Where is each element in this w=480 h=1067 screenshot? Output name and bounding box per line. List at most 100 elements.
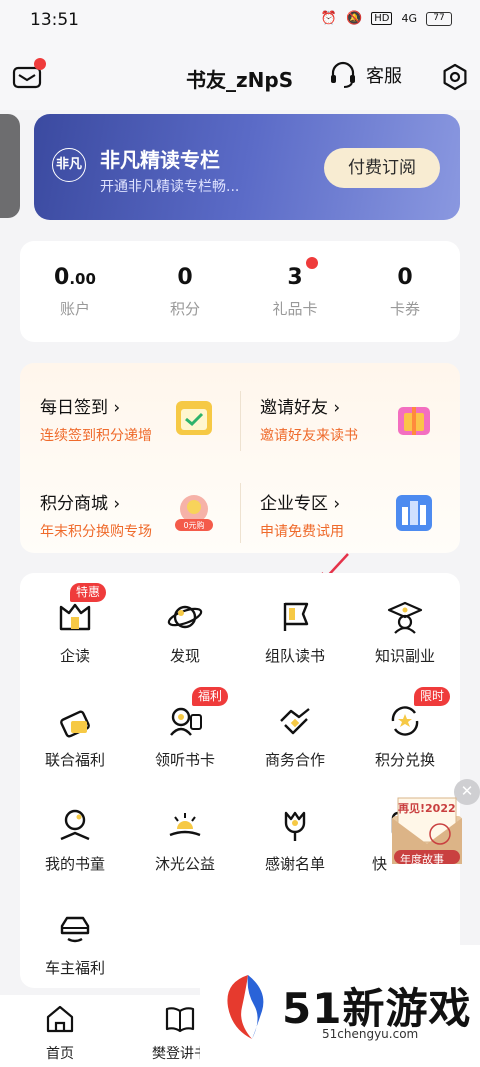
settings-button[interactable] [440,62,470,92]
grid-label: 组队读书 [264,647,325,665]
services-grid: 特惠 企读 发现 组队读书 知识副业 联合福利 福利 领听书卡 商务合作 限时 … [20,573,460,988]
stat-value: 0.00 [54,265,96,290]
network-label: 4G [401,12,417,25]
stat-points[interactable]: 0 积分 [130,265,240,319]
grid-item-joint-welfare[interactable]: 联合福利 [20,685,130,785]
stat-label: 卡券 [389,300,420,318]
grid-label: 积分兑换 [374,751,435,769]
stat-coupons[interactable]: 0 卡券 [350,265,460,319]
badge-special-offer: 特惠 [70,583,107,602]
vip-subtitle: 开通非凡精读专栏畅... [100,179,240,195]
grid-item-listening-card[interactable]: 福利 领听书卡 [130,685,240,785]
hd-icon: HD [371,12,393,25]
stat-label: 账户 [59,300,90,318]
graduate-cap-icon [387,601,423,634]
status-icons: ⏰ 🔕 HD 4G 77 [321,11,452,26]
previous-banner-peek[interactable] [0,114,20,218]
alarm-icon: ⏰ [320,11,338,26]
promo-invite-friends[interactable]: 邀请好友 › 邀请好友来读书 [240,371,450,451]
promo-title: 积分商城 › [40,494,121,514]
sunrise-book-icon [169,813,201,837]
status-bar: 13:51 ⏰ 🔕 HD 4G 77 [0,0,480,44]
mute-icon: 🔕 [346,11,363,26]
calendar-check-icon [176,401,212,435]
grid-item-my-book-assistant[interactable]: 我的书童 [20,789,130,889]
feifan-logo: 非凡 [52,148,86,182]
enterprise-building-icon [396,495,432,531]
tab-home[interactable]: 首页 [10,1003,110,1063]
grid-item-knowledge-side-job[interactable]: 知识副业 [350,581,460,681]
stat-gift-card[interactable]: 3 礼品卡 [240,265,350,319]
promo-subtitle: 连续签到积分递增 [40,428,152,444]
open-book-icon [165,1007,195,1033]
account-stats-card: 0.00 账户 0 积分 3 礼品卡 0 卡券 [20,241,460,342]
grid-label: 车主福利 [44,959,105,977]
promo-points-mall[interactable]: 积分商城 › 年末积分换购专场 0元购 [20,467,230,547]
grid-item-discover[interactable]: 发现 [130,581,240,681]
badge-limited-time: 限时 [414,687,451,706]
grid-label: 发现 [169,647,200,665]
customer-service-button[interactable]: 客服 [328,60,402,90]
car-icon [60,916,90,943]
grid-label: 联合福利 [44,751,105,769]
book-assistant-icon [60,809,90,841]
promo-enterprise-zone[interactable]: 企业专区 › 申请免费试用 [240,467,450,547]
promo-card: 每日签到 › 连续签到积分递增 邀请好友 › 邀请好友来读书 积分商城 › 年末… [20,363,460,553]
promo-subtitle: 邀请好友来读书 [260,428,358,444]
svg-text:0元购: 0元购 [183,520,204,530]
grid-label: 商务合作 [264,751,325,769]
stat-value: 0 [177,265,193,290]
site-watermark: 51新游戏 51chengyu.com [200,945,480,1067]
coupon-stack-icon [60,710,90,738]
headset-icon [331,61,355,88]
tab-label: 首页 [46,1046,74,1062]
vip-column-banner[interactable]: 非凡 非凡精读专栏 开通非凡精读专栏畅... 付费订阅 [34,114,460,220]
header: 书友_zNpS 客服 [0,44,480,110]
grid-label: 我的书童 [44,855,105,873]
badge-welfare: 福利 [192,687,229,706]
gift-card-notification-dot [306,257,318,269]
subscribe-button[interactable]: 付费订阅 [324,148,440,188]
grid-item-thanks-list[interactable]: 感谢名单 [240,789,350,889]
user-name[interactable]: 书友_zNpS [186,64,293,93]
gear-icon [443,63,467,91]
grid-item-team-reading[interactable]: 组队读书 [240,581,350,681]
tulip-icon [284,811,306,841]
home-icon [46,1005,74,1033]
stat-label: 积分 [169,300,200,318]
points-exchange-icon [391,706,419,736]
grid-label: 领听书卡 [154,751,215,769]
gift-box-icon [398,407,430,435]
status-time: 13:51 [30,10,79,30]
stat-value: 3 [287,265,303,290]
listening-card-icon [170,707,202,736]
stat-account[interactable]: 0.00 账户 [20,265,130,319]
promo-title: 企业专区 › [260,494,341,514]
planet-icon [167,605,203,629]
grid-item-car-owner-welfare[interactable]: 车主福利 [20,893,130,993]
team-flag-icon [283,602,309,631]
promo-title: 每日签到 › [40,398,121,418]
watermark-logo [227,975,264,1039]
float-ad-title: 再见!2022 [398,802,456,815]
vip-title: 非凡精读专栏 [100,148,220,172]
stat-label: 礼品卡 [272,300,318,318]
zero-yuan-coupon-icon: 0元购 [175,495,213,531]
promo-daily-checkin[interactable]: 每日签到 › 连续签到积分递增 [20,371,230,451]
mail-notification-dot [34,58,46,70]
year-review-float-ad[interactable]: 再见!2022 年度故事 [388,792,466,870]
grid-label: 感谢名单 [264,855,325,873]
promo-subtitle: 年末积分换购专场 [40,524,152,540]
grid-item-charity[interactable]: 沐光公益 [130,789,240,889]
grid-label: 知识副业 [374,647,435,665]
float-ad-subtitle: 年度故事 [400,853,444,866]
promo-subtitle: 申请免费试用 [260,524,344,540]
grid-item-enterprise-read[interactable]: 特惠 企读 [20,581,130,681]
grid-item-business-cooperation[interactable]: 商务合作 [240,685,350,785]
watermark-site: 51chengyu.com [322,1027,419,1041]
grid-label: 沐光公益 [154,855,215,873]
enterprise-read-icon [59,603,91,631]
customer-service-label: 客服 [366,66,402,87]
grid-item-points-exchange[interactable]: 限时 积分兑换 [350,685,460,785]
battery-icon: 77 [426,11,452,26]
